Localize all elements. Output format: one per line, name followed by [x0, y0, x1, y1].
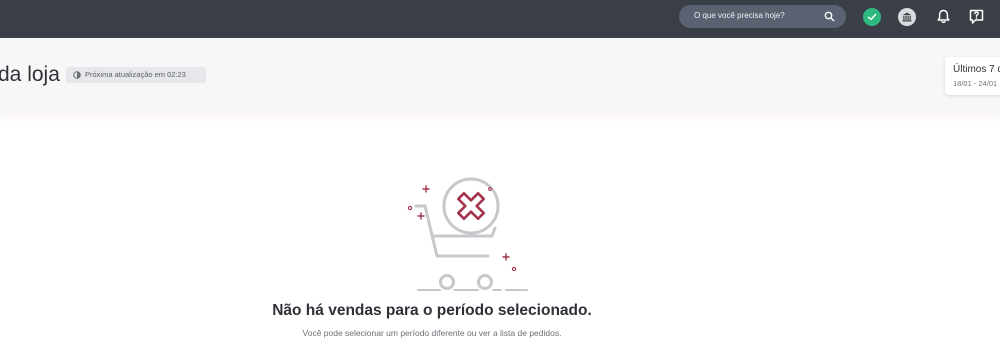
timer-icon [73, 71, 81, 79]
bell-icon[interactable] [935, 8, 952, 25]
empty-cart-icon [407, 177, 528, 291]
bank-icon[interactable] [898, 8, 916, 26]
empty-state-subtitle: Você pode selecionar um período diferent… [302, 328, 562, 338]
period-label: Últimos 7 d [953, 64, 1000, 75]
search-icon[interactable] [824, 11, 835, 22]
search-placeholder: O que você precisa hoje? [694, 11, 785, 20]
period-range: 18/01 - 24/01 [953, 79, 998, 88]
help-icon[interactable] [968, 8, 985, 25]
period-selector[interactable]: Últimos 7 d 18/01 - 24/01 [945, 57, 1000, 95]
empty-state-title: Não há vendas para o período selecionado… [272, 302, 592, 319]
update-badge-text: Próxima atualização em 02:23 [85, 70, 186, 79]
search-input[interactable]: O que você precisa hoje? [679, 5, 846, 28]
page-title: da loja [0, 63, 60, 86]
check-circle-icon[interactable] [863, 8, 881, 26]
update-badge: Próxima atualização em 02:23 [66, 67, 206, 83]
top-navigation-bar: O que você precisa hoje? [0, 0, 1000, 38]
